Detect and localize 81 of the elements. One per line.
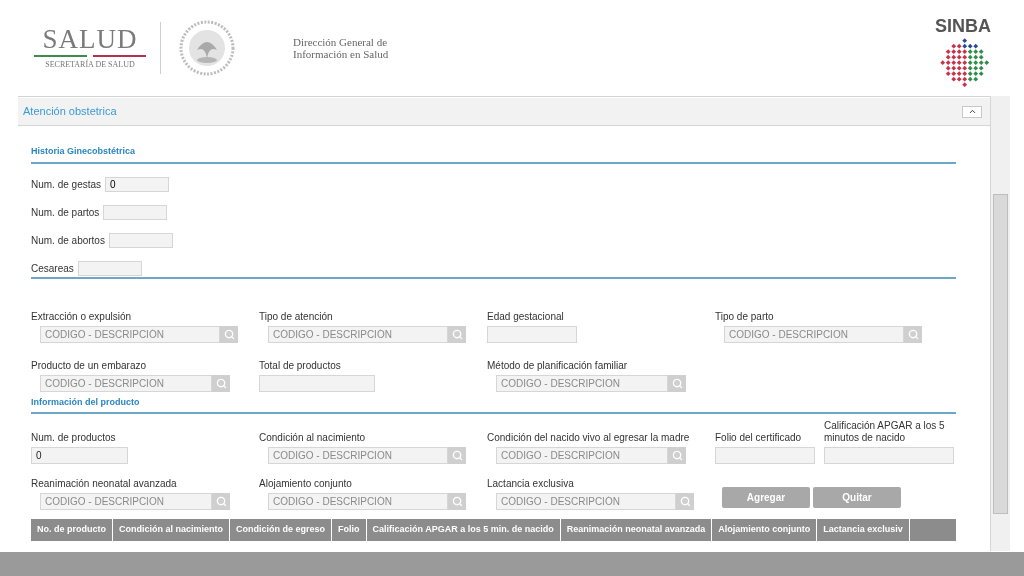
field-label: Alojamiento conjunto <box>259 478 353 490</box>
field-label: Folio del certificado <box>715 432 803 444</box>
flag-stripe-icon <box>34 55 146 57</box>
field-label: Num. de productos <box>31 432 117 444</box>
lookup-field[interactable]: CÓDIGO - DESCRIPCIÓN <box>268 325 448 343</box>
section-title: Información del producto <box>31 395 141 409</box>
field-label: Edad gestacional <box>487 310 565 323</box>
brand-name: SINBA <box>935 17 991 35</box>
search-button[interactable] <box>668 447 686 464</box>
field-label: Condición al nacimiento <box>259 432 367 444</box>
input-field[interactable]: 0 <box>105 176 170 192</box>
column-header[interactable]: Condición al nacimiento <box>113 519 230 541</box>
search-icon <box>451 496 463 507</box>
search-button[interactable] <box>448 447 466 464</box>
input-field[interactable] <box>77 260 142 276</box>
search-icon <box>223 328 235 340</box>
agency-name: Información en Salud <box>293 48 389 60</box>
search-icon <box>451 450 463 461</box>
field-label: Tipo de parto <box>715 310 775 323</box>
input-field[interactable] <box>103 204 168 220</box>
search-icon <box>215 496 227 507</box>
lookup-field[interactable]: CODIGO - DESCRIPCION <box>40 493 212 510</box>
column-header[interactable]: Calificación APGAR a los 5 min. de nacido <box>366 519 561 541</box>
column-header[interactable]: No. de producto <box>31 519 113 541</box>
field-label: Condición del nacido vivo al egresar la madre <box>487 432 691 444</box>
field-label: Método de planificación familiar <box>487 359 629 372</box>
field-label: Total de productos <box>259 359 342 372</box>
search-button[interactable] <box>904 325 922 343</box>
seal-icon <box>179 20 235 76</box>
field-label: Tipo de atención <box>259 310 334 323</box>
collapse-button[interactable] <box>962 105 982 118</box>
caret-icon <box>967 107 977 116</box>
scrollbar-thumb[interactable] <box>993 194 1008 514</box>
logo-subtitle: SECRETARÍA DE SALUD <box>45 59 135 71</box>
column-header[interactable]: Alojamiento conjunto <box>712 519 818 541</box>
search-button[interactable] <box>212 374 230 392</box>
field-label: Lactancia exclusiva <box>487 478 575 490</box>
field-label: Reanimación neonatal avanzada <box>31 478 178 490</box>
lookup-field[interactable]: CODIGO - DESCRIPCION <box>268 447 448 464</box>
search-button[interactable] <box>668 374 686 392</box>
column-header[interactable]: Lactancia exclusiv <box>817 519 910 541</box>
search-icon <box>671 450 683 461</box>
input-field[interactable] <box>259 374 375 392</box>
lookup-field[interactable]: CODIGO - DESCRIPCION <box>40 374 212 392</box>
input-field[interactable] <box>487 325 577 343</box>
search-icon <box>679 496 691 507</box>
search-button[interactable] <box>676 493 694 510</box>
section-title: Historia Ginecobstétrica <box>31 145 137 158</box>
lookup-field[interactable]: CODIGO - DESCRIPCION <box>496 374 668 392</box>
lookup-field[interactable]: CODIGO - DESCRIPCION <box>724 325 904 343</box>
input-field[interactable] <box>715 447 815 464</box>
field-label: Extracción o expulsión <box>31 310 133 323</box>
input-field[interactable]: 0 <box>31 447 128 464</box>
lookup-field[interactable]: CÓDIGO - DESCRIPCIÓN <box>496 493 676 510</box>
globe-logo-icon <box>937 35 989 87</box>
lookup-field[interactable]: CODIGO - DESCRIPCION <box>496 447 668 464</box>
search-icon <box>451 328 463 340</box>
field-label: Num. de partos <box>31 205 100 220</box>
column-header[interactable]: Reanimación neonatal avanzada <box>560 519 713 541</box>
search-icon <box>215 377 227 389</box>
search-button[interactable] <box>448 493 466 510</box>
search-button[interactable] <box>448 325 466 343</box>
field-label: Num. de gestas <box>31 177 102 192</box>
field-label: Calificación APGAR a los 5 minutos de nacido <box>824 420 946 444</box>
input-field[interactable] <box>824 447 954 464</box>
search-icon <box>907 328 919 340</box>
search-icon <box>671 377 683 389</box>
column-header[interactable]: Condición de egreso <box>230 519 333 541</box>
field-label: Num. de abortos <box>31 233 105 248</box>
field-label: Cesareas <box>31 261 74 276</box>
scrollbar[interactable] <box>990 96 1010 551</box>
panel-title: Atención obstetrica <box>23 104 117 120</box>
input-field[interactable] <box>108 232 173 248</box>
logo-title: SALUD <box>42 25 138 53</box>
lookup-field[interactable]: CÓDIGO - DESCRIPCIÓN <box>268 493 448 510</box>
search-button[interactable] <box>220 325 238 343</box>
search-button[interactable] <box>212 493 230 510</box>
field-label: Producto de un embarazo <box>31 359 148 372</box>
lookup-field[interactable]: CÓDIGO - DESCRIPCIÓN <box>40 325 220 343</box>
column-header[interactable]: Folio <box>332 519 367 541</box>
agency-name: Dirección General de <box>293 36 389 48</box>
